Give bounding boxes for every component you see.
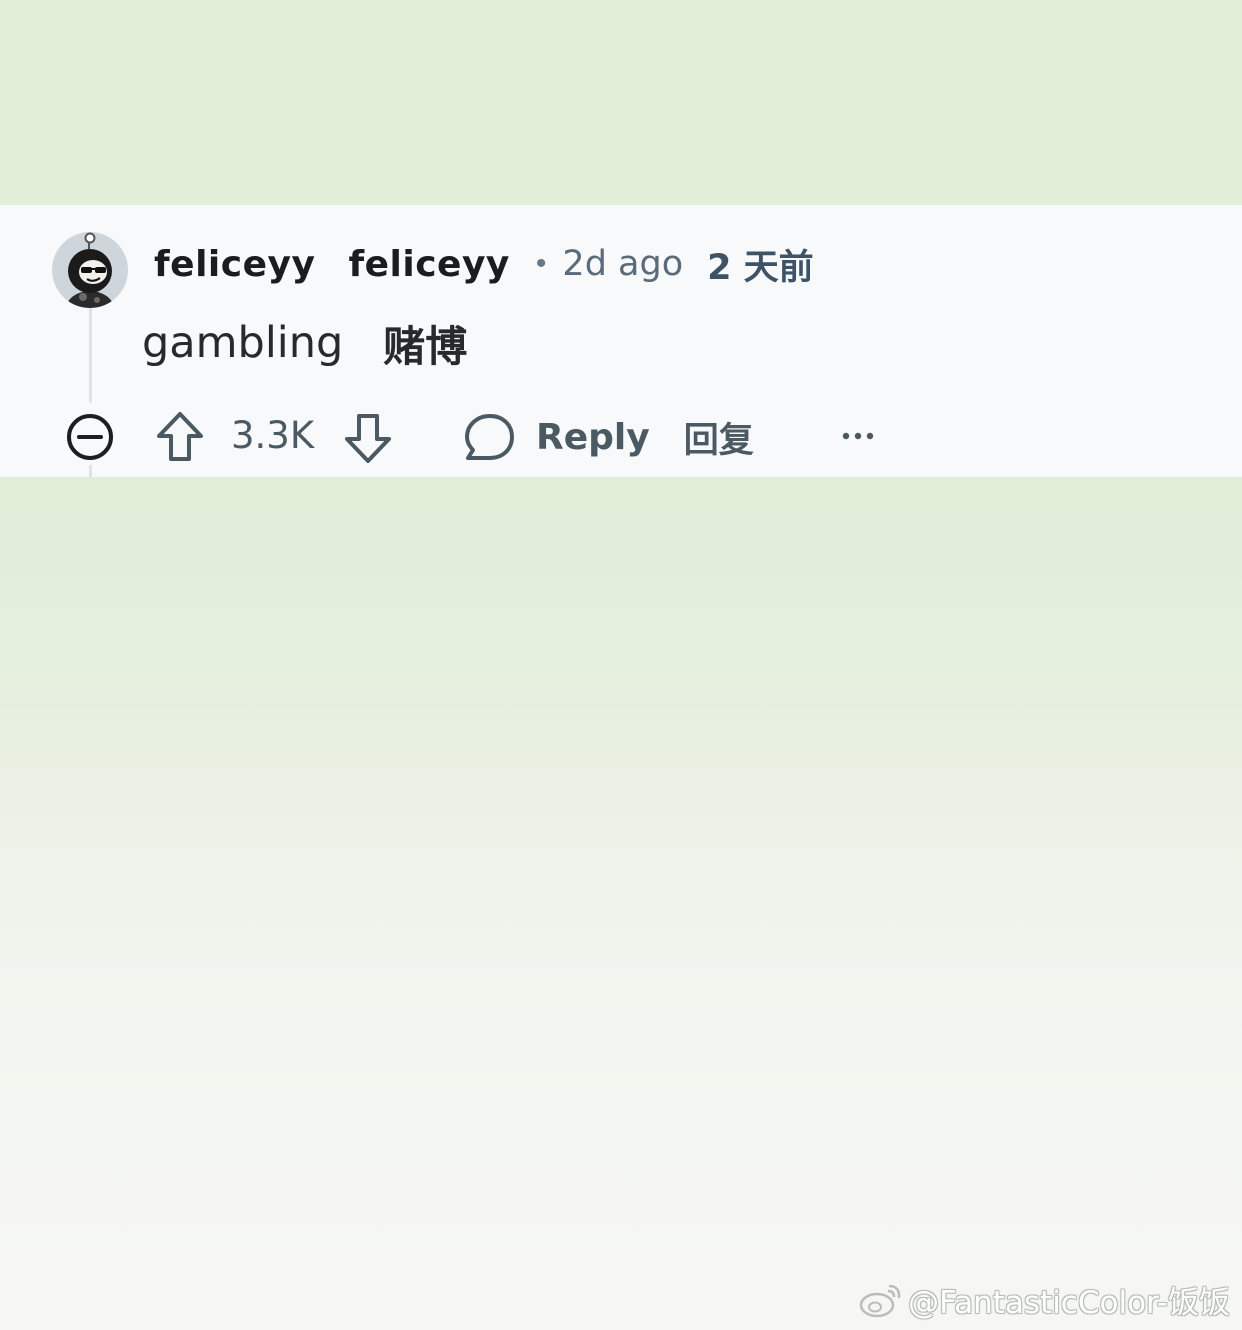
minus-circle-icon[interactable] bbox=[64, 411, 116, 463]
top-background bbox=[0, 0, 1242, 205]
watermark-text: @FantasticColor-饭饭 bbox=[908, 1285, 1230, 1321]
watermark: @FantasticColor-饭饭 bbox=[858, 1277, 1230, 1322]
reply-translation: 回复 bbox=[683, 420, 754, 461]
meta-separator: • bbox=[535, 247, 547, 280]
avatar[interactable] bbox=[51, 231, 129, 309]
ellipsis-icon[interactable] bbox=[834, 420, 882, 452]
comment-body: gambling 赌博 bbox=[142, 313, 467, 373]
reply-button[interactable]: Reply 回复 bbox=[462, 410, 754, 464]
arrow-up-icon[interactable] bbox=[154, 410, 206, 464]
thread-line-bottom bbox=[89, 465, 92, 477]
timestamp[interactable]: 2d ago bbox=[562, 244, 683, 284]
reply-label[interactable]: Reply bbox=[536, 417, 650, 458]
username-translation: feliceyy bbox=[348, 243, 510, 285]
username[interactable]: feliceyy bbox=[154, 244, 315, 285]
speech-bubble-icon bbox=[465, 414, 514, 460]
arrow-down-icon[interactable] bbox=[342, 411, 394, 465]
thread-line[interactable] bbox=[89, 305, 92, 403]
comment-translation: 赌博 bbox=[383, 321, 468, 371]
vote-count: 3.3K bbox=[231, 414, 315, 457]
comment-text: gambling bbox=[142, 318, 344, 368]
comment-actions: 3.3K Reply 回复 bbox=[0, 406, 1242, 466]
weibo-icon bbox=[859, 1284, 901, 1317]
comment-header: feliceyy feliceyy • 2d ago 2 天前 bbox=[154, 238, 814, 290]
timestamp-translation: 2 天前 bbox=[707, 247, 814, 288]
